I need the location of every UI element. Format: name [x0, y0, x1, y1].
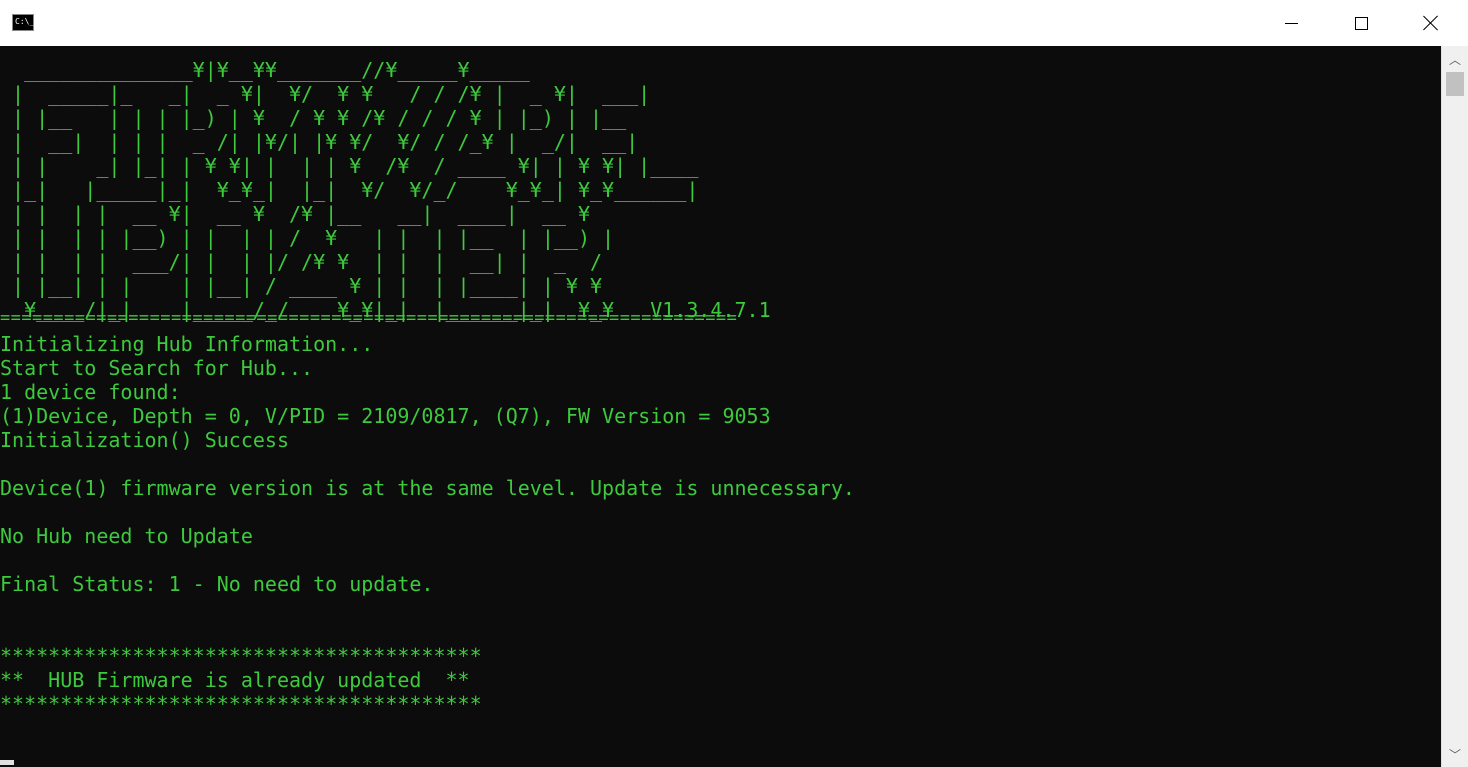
banner-line: |_| |_____|_| ¥_¥_| |_| ¥/ ¥/_/ ¥_¥_| ¥_…	[0, 178, 699, 202]
scroll-up-button[interactable]: ︿	[1442, 48, 1468, 70]
log-line: ****************************************	[0, 692, 482, 716]
maximize-icon	[1354, 16, 1368, 30]
banner-line: | | | | |__) | | | | / ¥ | | | |__ | |__…	[0, 226, 615, 250]
vertical-scrollbar[interactable]: ︿ ﹀	[1441, 46, 1468, 767]
log-line: Start to Search for Hub...	[0, 356, 314, 380]
banner-line: | | _| |_| | ¥ ¥| | | | ¥ /¥ / ____ ¥| |…	[0, 154, 699, 178]
log-output: Initializing Hub Information... Start to…	[0, 332, 855, 716]
text-cursor	[0, 760, 14, 765]
log-line: ** HUB Firmware is already updated **	[0, 668, 470, 692]
minimize-button[interactable]	[1256, 0, 1326, 46]
log-line: Initializing Hub Information...	[0, 332, 374, 356]
ascii-banner: ______________¥|¥__¥¥_______//¥_____¥___…	[0, 58, 771, 322]
console-output[interactable]: ______________¥|¥__¥¥_______//¥_____¥___…	[0, 46, 1441, 767]
log-line: No Hub need to Update	[0, 524, 253, 548]
chevron-up-icon: ︿	[1448, 52, 1461, 67]
close-icon	[1423, 15, 1439, 31]
banner-line: | _____|_ _| _ ¥| ¥/ ¥ ¥ / / /¥ | _ ¥| _…	[0, 82, 651, 106]
chevron-down-icon: ﹀	[1448, 747, 1461, 762]
log-line: Final Status: 1 - No need to update.	[0, 572, 434, 596]
console-app-icon[interactable]: C:\_	[12, 14, 34, 31]
minimize-icon	[1284, 22, 1298, 24]
banner-line: | | | | ___/| | | |/ /¥ ¥ | | | __| | _ …	[0, 250, 603, 274]
log-line: ****************************************	[0, 644, 482, 668]
banner-line: | |__ | | | |_) | ¥ / ¥ ¥ /¥ / / / ¥ | |…	[0, 106, 627, 130]
title-bar[interactable]: C:\_	[0, 0, 1468, 47]
scrollbar-thumb[interactable]	[1446, 72, 1464, 96]
maximize-button[interactable]	[1326, 0, 1396, 46]
log-line: Initialization() Success	[0, 428, 289, 452]
log-line: (1)Device, Depth = 0, V/PID = 2109/0817,…	[0, 404, 771, 428]
divider-line: ========================================…	[0, 308, 738, 328]
banner-line: | | | | __ ¥| __ ¥ /¥ |__ __| ____| __ ¥	[0, 202, 591, 226]
log-line: Device(1) firmware version is at the sam…	[0, 476, 855, 500]
banner-line: | __| | | | _ /| |¥/| |¥ ¥/ ¥/ / /_¥ | _…	[0, 130, 639, 154]
log-line: 1 device found:	[0, 380, 181, 404]
console-window: C:\_ ______________¥|¥__¥¥_______//¥____…	[0, 0, 1468, 767]
banner-line: | |__| | | | |__| / ____ ¥ | | | |____| …	[0, 274, 603, 298]
banner-line: ______________¥|¥__¥¥_______//¥_____¥___…	[0, 58, 530, 82]
close-button[interactable]	[1396, 0, 1466, 46]
console-app-icon-text: C:\_	[15, 17, 35, 26]
scroll-down-button[interactable]: ﹀	[1442, 743, 1468, 765]
